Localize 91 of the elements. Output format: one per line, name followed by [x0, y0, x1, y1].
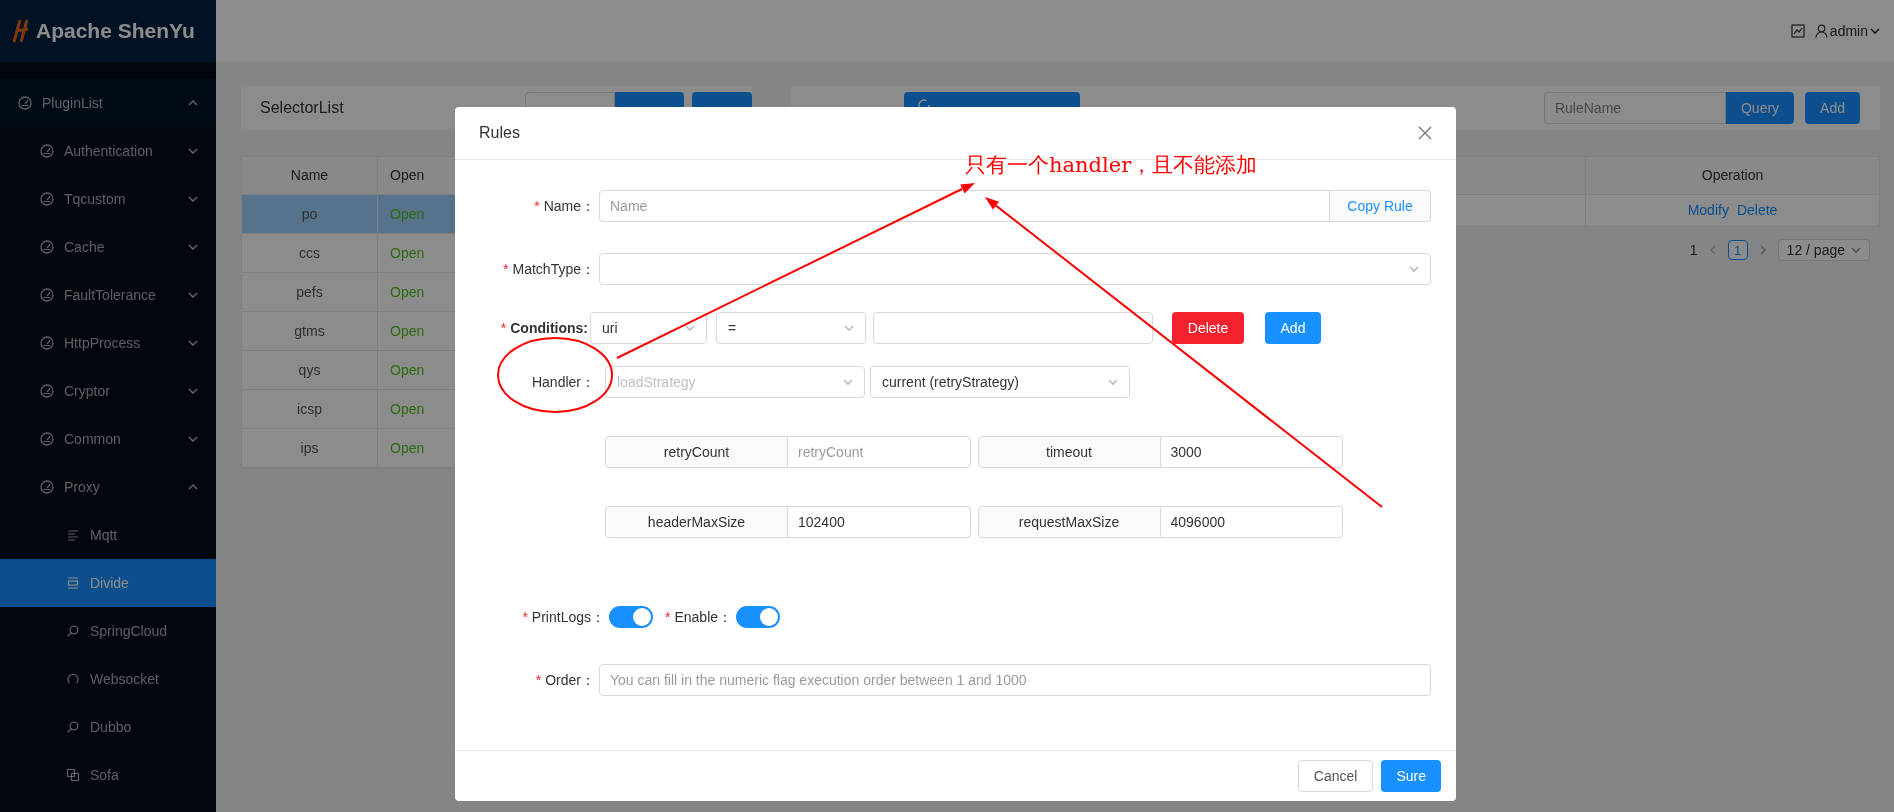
- chevron-down-icon: [1409, 264, 1419, 274]
- delete-link[interactable]: Delete: [1736, 200, 1778, 221]
- status-text: Open: [390, 282, 425, 302]
- param-field[interactable]: 102400: [788, 506, 971, 538]
- required-mark: *: [500, 318, 507, 338]
- field-label: Order：: [545, 670, 595, 690]
- menu-item[interactable]: Cache: [0, 223, 216, 271]
- sure-button[interactable]: Sure: [1381, 760, 1441, 792]
- condition-value-field[interactable]: [873, 312, 1153, 344]
- menu-item[interactable]: Mqtt: [0, 511, 216, 559]
- cancel-button[interactable]: Cancel: [1297, 760, 1374, 792]
- retry-strategy-select[interactable]: current (retryStrategy): [870, 366, 1130, 398]
- required-mark: *: [522, 607, 528, 627]
- total-count: 1: [1689, 240, 1698, 260]
- modify-link[interactable]: Modify: [1687, 200, 1729, 221]
- status-text: Open: [390, 321, 425, 341]
- menu-item[interactable]: Cryptor: [0, 367, 216, 415]
- param-field[interactable]: 3000: [1160, 436, 1343, 468]
- name-field[interactable]: Name: [599, 190, 1330, 222]
- menu-item[interactable]: Sofa: [0, 751, 216, 799]
- required-mark: *: [535, 670, 542, 690]
- logo-text: Apache ShenYu: [36, 18, 195, 45]
- chevron-down-icon: [685, 323, 695, 333]
- chevron-down-icon: [1851, 245, 1861, 255]
- copy-rule-button[interactable]: Copy Rule: [1330, 190, 1431, 222]
- status-text: Open: [390, 360, 425, 380]
- field-label: MatchType：: [512, 259, 595, 279]
- menu-item[interactable]: SpringCloud: [0, 607, 216, 655]
- status-text: Open: [390, 243, 425, 263]
- user-icon: [1814, 24, 1828, 38]
- required-mark: *: [503, 259, 509, 279]
- required-mark: *: [534, 196, 540, 216]
- toggle-switch[interactable]: [736, 606, 781, 628]
- param-label: timeout: [977, 436, 1161, 468]
- parameter-select[interactable]: uri: [590, 312, 707, 344]
- param-label: requestMaxSize: [977, 506, 1161, 538]
- annotation-note: 只有一个handler，且不能添加: [965, 152, 1258, 179]
- table-cell: icsp: [242, 390, 378, 428]
- status-text: Open: [390, 399, 425, 419]
- menu-item[interactable]: PluginList: [0, 79, 216, 127]
- page-size-select[interactable]: 12 / page: [1777, 239, 1870, 261]
- table-cell: ips: [242, 429, 378, 467]
- menu-item[interactable]: Proxy: [0, 463, 216, 511]
- split-icon: [66, 576, 80, 590]
- add-button[interactable]: Add: [1265, 312, 1321, 344]
- column-header: Name: [242, 157, 378, 194]
- load-strategy-select[interactable]: loadStrategy: [605, 366, 865, 398]
- table-cell: ccs: [242, 234, 378, 272]
- menu-item[interactable]: Divide: [0, 559, 216, 607]
- field-label: Enable：: [674, 607, 733, 627]
- status-text: Open: [390, 204, 425, 224]
- param-field[interactable]: retryCount: [788, 436, 971, 468]
- table-cell: qys: [242, 351, 378, 389]
- menu-item[interactable]: Tqcustom: [0, 175, 216, 223]
- column-header: Open: [389, 166, 426, 185]
- order-field[interactable]: You can fill in the numeric flag execution order between 1 and 1000: [599, 664, 1431, 696]
- param-label: headerMaxSize: [605, 506, 788, 538]
- query-button[interactable]: Query: [1725, 92, 1795, 124]
- field-label: Conditions:: [510, 318, 588, 338]
- add-button[interactable]: Add: [1805, 92, 1860, 124]
- delete-button[interactable]: Delete: [1172, 312, 1244, 344]
- required-mark: *: [665, 607, 671, 627]
- table-cell: pefs: [242, 273, 378, 311]
- table-cell: gtms: [242, 312, 378, 350]
- status-text: Open: [390, 438, 425, 458]
- operator-select[interactable]: =: [716, 312, 866, 344]
- menu-item[interactable]: HttpProcess: [0, 319, 216, 367]
- chevron-down-icon: [844, 323, 854, 333]
- chevron-down-icon: [843, 377, 853, 387]
- field-label: Handler：: [531, 372, 595, 392]
- chart-icon: [1790, 24, 1805, 38]
- panel-title: SelectorList: [260, 98, 345, 118]
- menu-item[interactable]: Common: [0, 415, 216, 463]
- chevron-down-icon: [1108, 377, 1118, 387]
- page-button[interactable]: 1: [1727, 240, 1748, 260]
- menu-item[interactable]: Dubbo: [0, 703, 216, 751]
- close-icon[interactable]: [1418, 126, 1432, 140]
- param-field[interactable]: 4096000: [1160, 506, 1343, 538]
- field-label: Name：: [543, 196, 595, 216]
- user-menu[interactable]: admin: [1814, 20, 1880, 42]
- param-label: retryCount: [605, 436, 788, 468]
- field-label: PrintLogs：: [531, 607, 605, 627]
- menu-item[interactable]: Websocket: [0, 655, 216, 703]
- menu-item[interactable]: Authentication: [0, 127, 216, 175]
- menu-item[interactable]: FaultTolerance: [0, 271, 216, 319]
- column-header: Operation: [1700, 166, 1765, 185]
- chevron-down-icon: [1870, 26, 1880, 36]
- search-field[interactable]: RuleName: [1543, 92, 1726, 124]
- toggle-switch[interactable]: [609, 606, 653, 628]
- table-cell: po: [242, 195, 378, 233]
- dialog-title: Rules: [479, 123, 521, 143]
